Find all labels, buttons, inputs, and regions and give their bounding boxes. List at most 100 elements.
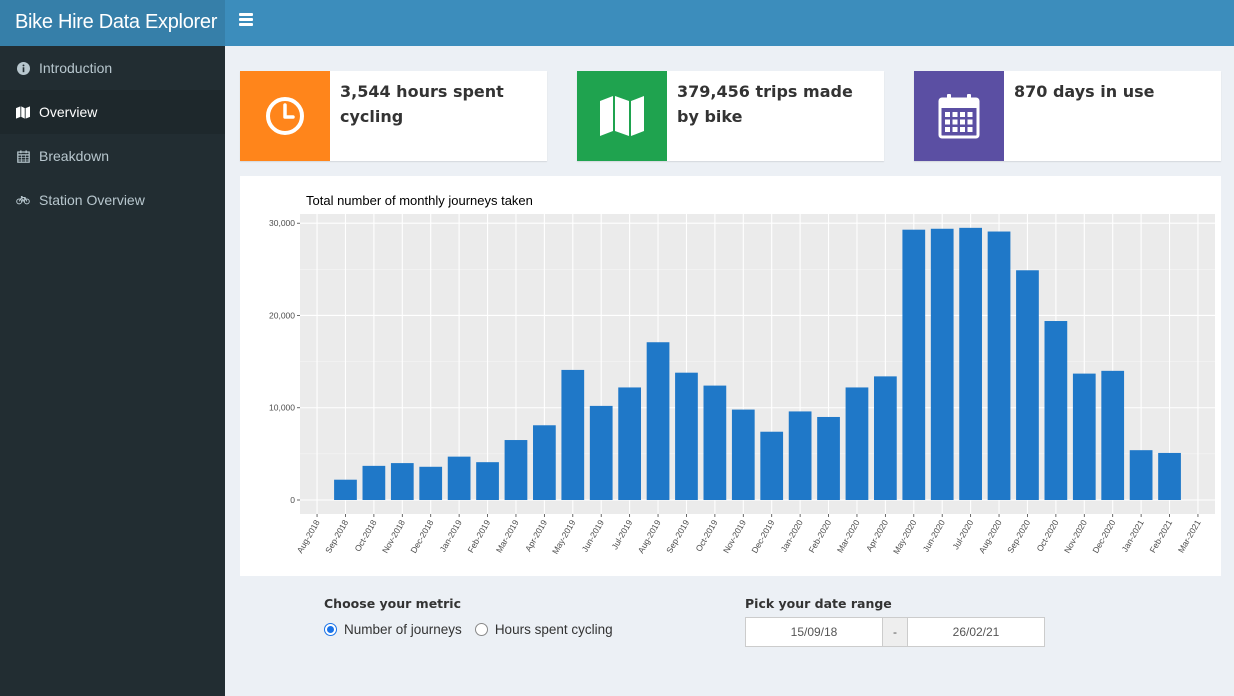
x-tick-label: Jun-2019 (580, 518, 607, 554)
monthly-journeys-chart-box: Total number of monthly journeys taken 0… (240, 176, 1221, 576)
bicycle-icon (16, 193, 30, 207)
main-content: 3,544 hours spent cycling 379,456 trips … (225, 46, 1234, 696)
sidebar-item-label: Station Overview (39, 192, 145, 208)
x-tick-label: Feb-2020 (806, 518, 833, 555)
bar-dec-2020 (1101, 370, 1125, 500)
bar-may-2019 (561, 369, 585, 500)
date-range-control: Pick your date range - (745, 596, 1045, 647)
top-navbar (225, 0, 1234, 46)
x-tick-label: Nov-2018 (380, 518, 407, 555)
bar-sep-2018 (334, 479, 357, 500)
sidebar-item-breakdown[interactable]: Breakdown (0, 134, 225, 178)
bar-jul-2020 (959, 227, 982, 500)
bar-dec-2019 (760, 431, 784, 500)
calendar-icon (914, 71, 1004, 161)
metric-label: Choose your metric (324, 596, 462, 611)
app-title: Bike Hire Data Explorer (0, 0, 225, 46)
bar-apr-2020 (874, 376, 897, 500)
bar-oct-2019 (703, 385, 727, 500)
bar-nov-2018 (390, 463, 414, 500)
x-tick-label: Oct-2020 (1034, 518, 1060, 554)
sidebar-item-label: Breakdown (39, 148, 110, 164)
x-tick-label: Nov-2019 (721, 518, 748, 555)
metric-option-label: Hours spent cycling (494, 622, 613, 637)
x-tick-label: Jan-2020 (778, 518, 805, 554)
bar-oct-2020 (1044, 321, 1068, 500)
map-icon (577, 71, 667, 161)
bar-aug-2019 (646, 342, 670, 500)
x-tick-label: Aug-2018 (295, 518, 322, 555)
bar-aug-2020 (987, 231, 1011, 500)
x-tick-label: Jun-2020 (921, 518, 948, 554)
sidebar-item-introduction[interactable]: Introduction (0, 46, 225, 90)
bar-feb-2019 (476, 462, 499, 500)
infobox-hours: 3,544 hours spent cycling (240, 71, 547, 161)
x-tick-label: Jul-2019 (609, 518, 634, 551)
calendar-icon (16, 149, 30, 163)
y-tick-label: 10,000 (269, 403, 295, 413)
bar-jan-2020 (788, 411, 812, 500)
x-tick-label: Sep-2020 (1005, 518, 1032, 555)
infobox-trips: 379,456 trips made by bike (577, 71, 884, 161)
y-tick-label: 30,000 (269, 218, 295, 228)
date-range-label: Pick your date range (745, 596, 892, 611)
x-tick-label: Aug-2020 (977, 518, 1004, 555)
x-tick-label: Apr-2020 (864, 518, 890, 554)
infobox-days-text: 870 days in use (1014, 82, 1155, 101)
bar-nov-2019 (731, 409, 755, 500)
chart-title: Total number of monthly journeys taken (306, 193, 533, 208)
date-range-separator: - (882, 618, 908, 646)
bar-jan-2021 (1129, 450, 1153, 500)
infobox-hours-text: 3,544 hours spent cycling (340, 82, 504, 126)
y-tick-label: 0 (290, 495, 295, 505)
x-tick-label: Oct-2019 (693, 518, 719, 554)
info-circle-icon (16, 61, 30, 75)
sidebar-toggle-icon[interactable] (239, 13, 253, 29)
x-tick-label: Jan-2019 (437, 518, 464, 554)
x-tick-label: Mar-2021 (1176, 518, 1203, 555)
bar-jan-2019 (447, 456, 471, 500)
infobox-days: 870 days in use (914, 71, 1221, 161)
bar-apr-2019 (533, 425, 556, 500)
map-icon (16, 105, 30, 119)
x-tick-label: May-2020 (891, 518, 919, 556)
radio-journeys[interactable] (324, 623, 337, 636)
metric-option-hours[interactable]: Hours spent cycling (474, 622, 613, 637)
bar-mar-2019 (504, 440, 528, 500)
radio-hours[interactable] (474, 623, 488, 636)
monthly-journeys-chart: Total number of monthly journeys taken 0… (269, 193, 1215, 556)
bar-oct-2018 (362, 465, 386, 500)
date-start-input[interactable] (746, 618, 882, 646)
x-tick-label: Jan-2021 (1119, 518, 1146, 554)
x-tick-label: Dec-2018 (408, 518, 435, 555)
x-tick-label: Feb-2019 (465, 518, 492, 555)
date-end-input[interactable] (908, 618, 1044, 646)
x-tick-label: Dec-2019 (749, 518, 776, 555)
sidebar-item-label: Introduction (39, 60, 113, 76)
bar-sep-2019 (675, 372, 698, 500)
x-tick-label: Mar-2019 (494, 518, 521, 555)
bar-may-2020 (902, 229, 926, 500)
x-tick-label: Sep-2019 (664, 518, 691, 555)
sidebar-item-label: Overview (39, 104, 98, 120)
sidebar-item-overview[interactable]: Overview (0, 90, 225, 134)
bar-sep-2020 (1016, 270, 1039, 500)
x-tick-label: Oct-2018 (352, 518, 378, 554)
bar-jun-2020 (930, 228, 954, 500)
bar-dec-2018 (419, 466, 443, 500)
bar-feb-2020 (817, 416, 840, 500)
clock-icon (240, 71, 330, 161)
x-tick-label: Feb-2021 (1147, 518, 1174, 555)
x-tick-label: May-2019 (550, 518, 578, 556)
bar-jun-2019 (589, 405, 613, 500)
x-tick-label: Jul-2020 (950, 518, 975, 551)
metric-control: Choose your metric Number of journeys Ho… (324, 596, 626, 637)
metric-option-journeys[interactable]: Number of journeys (324, 622, 462, 637)
x-tick-label: Apr-2019 (523, 518, 549, 554)
x-tick-label: Nov-2020 (1062, 518, 1089, 555)
sidebar-item-station-overview[interactable]: Station Overview (0, 178, 225, 222)
bar-jul-2019 (618, 387, 641, 500)
bar-nov-2020 (1072, 373, 1096, 500)
metric-option-label: Number of journeys (344, 622, 462, 637)
x-tick-label: Sep-2018 (323, 518, 350, 555)
